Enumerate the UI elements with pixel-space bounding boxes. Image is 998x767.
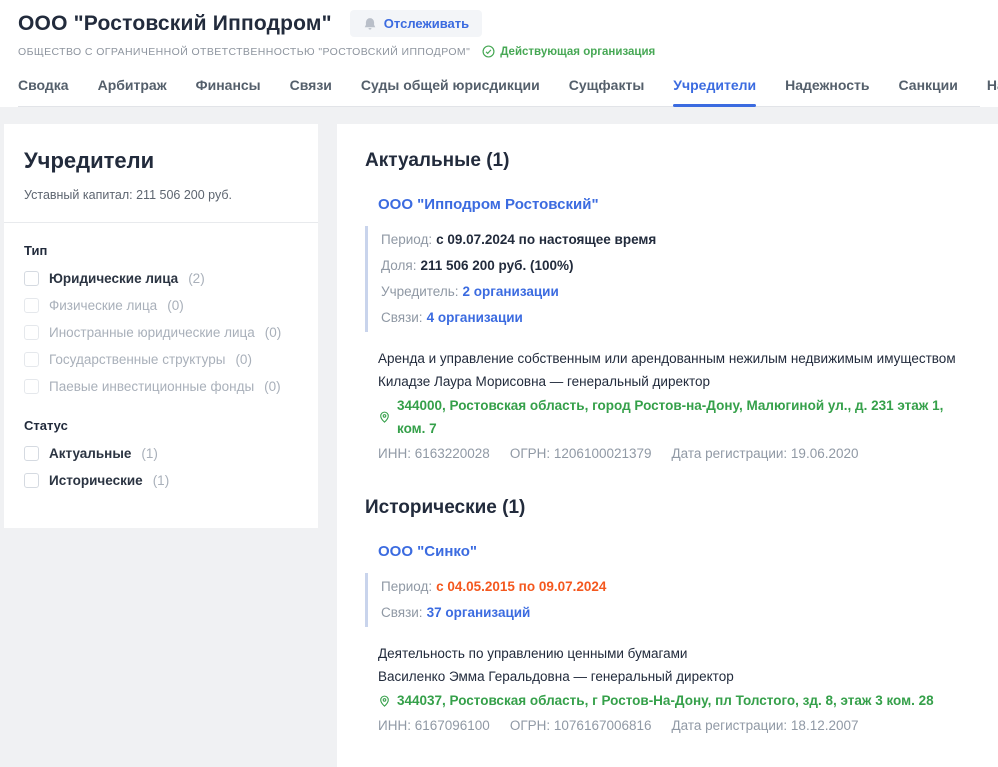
reg-date-item: Дата регистрации: 19.06.2020 — [672, 442, 859, 465]
ogrn-item: ОГРН: 1206100021379 — [510, 442, 652, 465]
detail-founder-count: Учредитель:2 организации — [381, 279, 968, 305]
address-row: 344000, Ростовская область, город Ростов… — [378, 394, 968, 440]
tab-finansy[interactable]: Финансы — [196, 73, 261, 106]
checkbox-historical[interactable] — [24, 473, 39, 488]
historical-company-link[interactable]: ООО "Синко" — [378, 543, 477, 560]
tab-nadezhnost[interactable]: Надежность — [785, 73, 869, 106]
tab-arbitrazh[interactable]: Арбитраж — [98, 73, 167, 106]
founders-filter-sidebar: Учредители Уставный капитал: 211 506 200… — [4, 124, 318, 528]
bell-icon — [363, 17, 377, 31]
reg-date-item: Дата регистрации: 18.12.2007 — [672, 714, 859, 737]
checkbox-investment-funds[interactable] — [24, 379, 39, 394]
historical-founders-section: Исторические (1) ООО "Синко" Период:с 04… — [365, 497, 968, 737]
historical-company-info: Деятельность по управлению ценными бумаг… — [378, 642, 968, 737]
actual-section-heading: Актуальные (1) — [365, 150, 968, 172]
founder-company-link[interactable]: ООО "Ипподром Ростовский" — [378, 196, 599, 213]
checkbox-government-structures[interactable] — [24, 352, 39, 367]
filter-individuals[interactable]: Физические лица (0) — [24, 298, 298, 313]
status-badge: Действующая организация — [482, 45, 655, 58]
sidebar-divider — [4, 222, 318, 223]
follow-button[interactable]: Отслеживать — [350, 10, 482, 37]
historical-section-heading: Исторические (1) — [365, 497, 968, 519]
filter-government-structures[interactable]: Государственные структуры (0) — [24, 352, 298, 367]
ogrn-item: ОГРН: 1076167006816 — [510, 714, 652, 737]
inn-item: ИНН: 6163220028 — [378, 442, 490, 465]
tab-svyazi[interactable]: Связи — [290, 73, 332, 106]
historical-details: Период:с 04.05.2015 по 09.07.2024 Связи:… — [365, 573, 968, 627]
director-line: Киладзе Лаура Морисовна — генеральный ди… — [378, 370, 968, 393]
founder-details: Период:с 09.07.2024 по настоящее время Д… — [365, 226, 968, 332]
inn-item: ИНН: 6167096100 — [378, 714, 490, 737]
address-link[interactable]: 344000, Ростовская область, город Ростов… — [397, 394, 968, 440]
historical-address-row: 344037, Ростовская область, г Ростов-На-… — [378, 689, 968, 712]
detail-period: Период:с 09.07.2024 по настоящее время — [381, 227, 968, 253]
activity-description: Аренда и управление собственным или арен… — [378, 347, 968, 370]
historical-activity-description: Деятельность по управлению ценными бумаг… — [378, 642, 968, 665]
founders-main-panel: Актуальные (1) ООО "Ипподром Ростовский"… — [337, 124, 998, 767]
tab-nalogi[interactable]: Налоги — [987, 73, 998, 106]
filter-historical[interactable]: Исторические (1) — [24, 473, 298, 488]
historical-address-link[interactable]: 344037, Ростовская область, г Ростов-На-… — [397, 689, 934, 712]
detail-connections-historical: Связи:37 организаций — [381, 600, 968, 626]
founder-orgs-link[interactable]: 2 организации — [463, 284, 559, 299]
check-circle-icon — [482, 45, 495, 58]
historical-director-line: Василенко Эмма Геральдовна — генеральный… — [378, 665, 968, 688]
filter-foreign-legal-entities[interactable]: Иностранные юридические лица (0) — [24, 325, 298, 340]
follow-button-label: Отслеживать — [384, 16, 469, 31]
filter-group-status-title: Статус — [24, 418, 298, 433]
detail-connections: Связи:4 организации — [381, 305, 968, 331]
actual-founders-section: Актуальные (1) ООО "Ипподром Ростовский"… — [365, 150, 968, 465]
filter-actual[interactable]: Актуальные (1) — [24, 446, 298, 461]
sidebar-title: Учредители — [24, 148, 298, 174]
checkbox-legal-entities[interactable] — [24, 271, 39, 286]
location-pin-icon — [378, 410, 391, 424]
checkbox-actual[interactable] — [24, 446, 39, 461]
checkbox-individuals[interactable] — [24, 298, 39, 313]
filter-investment-funds[interactable]: Паевые инвестиционные фонды (0) — [24, 379, 298, 394]
connections-link[interactable]: 4 организации — [427, 310, 523, 325]
historical-connections-link[interactable]: 37 организаций — [427, 605, 531, 620]
tab-bar: Сводка Арбитраж Финансы Связи Суды общей… — [18, 73, 980, 107]
page-title: ООО "Ростовский Ипподром" — [18, 12, 332, 36]
location-pin-icon — [378, 694, 391, 708]
founder-company-info: Аренда и управление собственным или арен… — [378, 347, 968, 465]
company-full-name: ОБЩЕСТВО С ОГРАНИЧЕННОЙ ОТВЕТСТВЕННОСТЬЮ… — [18, 46, 470, 58]
checkbox-foreign-legal-entities[interactable] — [24, 325, 39, 340]
filter-group-type-title: Тип — [24, 243, 298, 258]
charter-capital: Уставный капитал: 211 506 200 руб. — [24, 188, 298, 202]
filter-legal-entities[interactable]: Юридические лица (2) — [24, 271, 298, 286]
detail-share: Доля:211 506 200 руб. (100%) — [381, 253, 968, 279]
tab-suschfakty[interactable]: Сущфакты — [569, 73, 645, 106]
historical-meta-row: ИНН: 6167096100 ОГРН: 1076167006816 Дата… — [378, 714, 968, 737]
tab-uchrediteli-active[interactable]: Учредители — [673, 73, 756, 106]
meta-row: ИНН: 6163220028 ОГРН: 1206100021379 Дата… — [378, 442, 968, 465]
status-badge-label: Действующая организация — [500, 46, 655, 58]
tab-sankcii[interactable]: Санкции — [899, 73, 958, 106]
detail-period-historical: Период:с 04.05.2015 по 09.07.2024 — [381, 574, 968, 600]
tab-sudy[interactable]: Суды общей юрисдикции — [361, 73, 540, 106]
tab-svodka[interactable]: Сводка — [18, 73, 69, 106]
company-header: ООО "Ростовский Ипподром" Отслеживать ОБ… — [0, 0, 998, 107]
